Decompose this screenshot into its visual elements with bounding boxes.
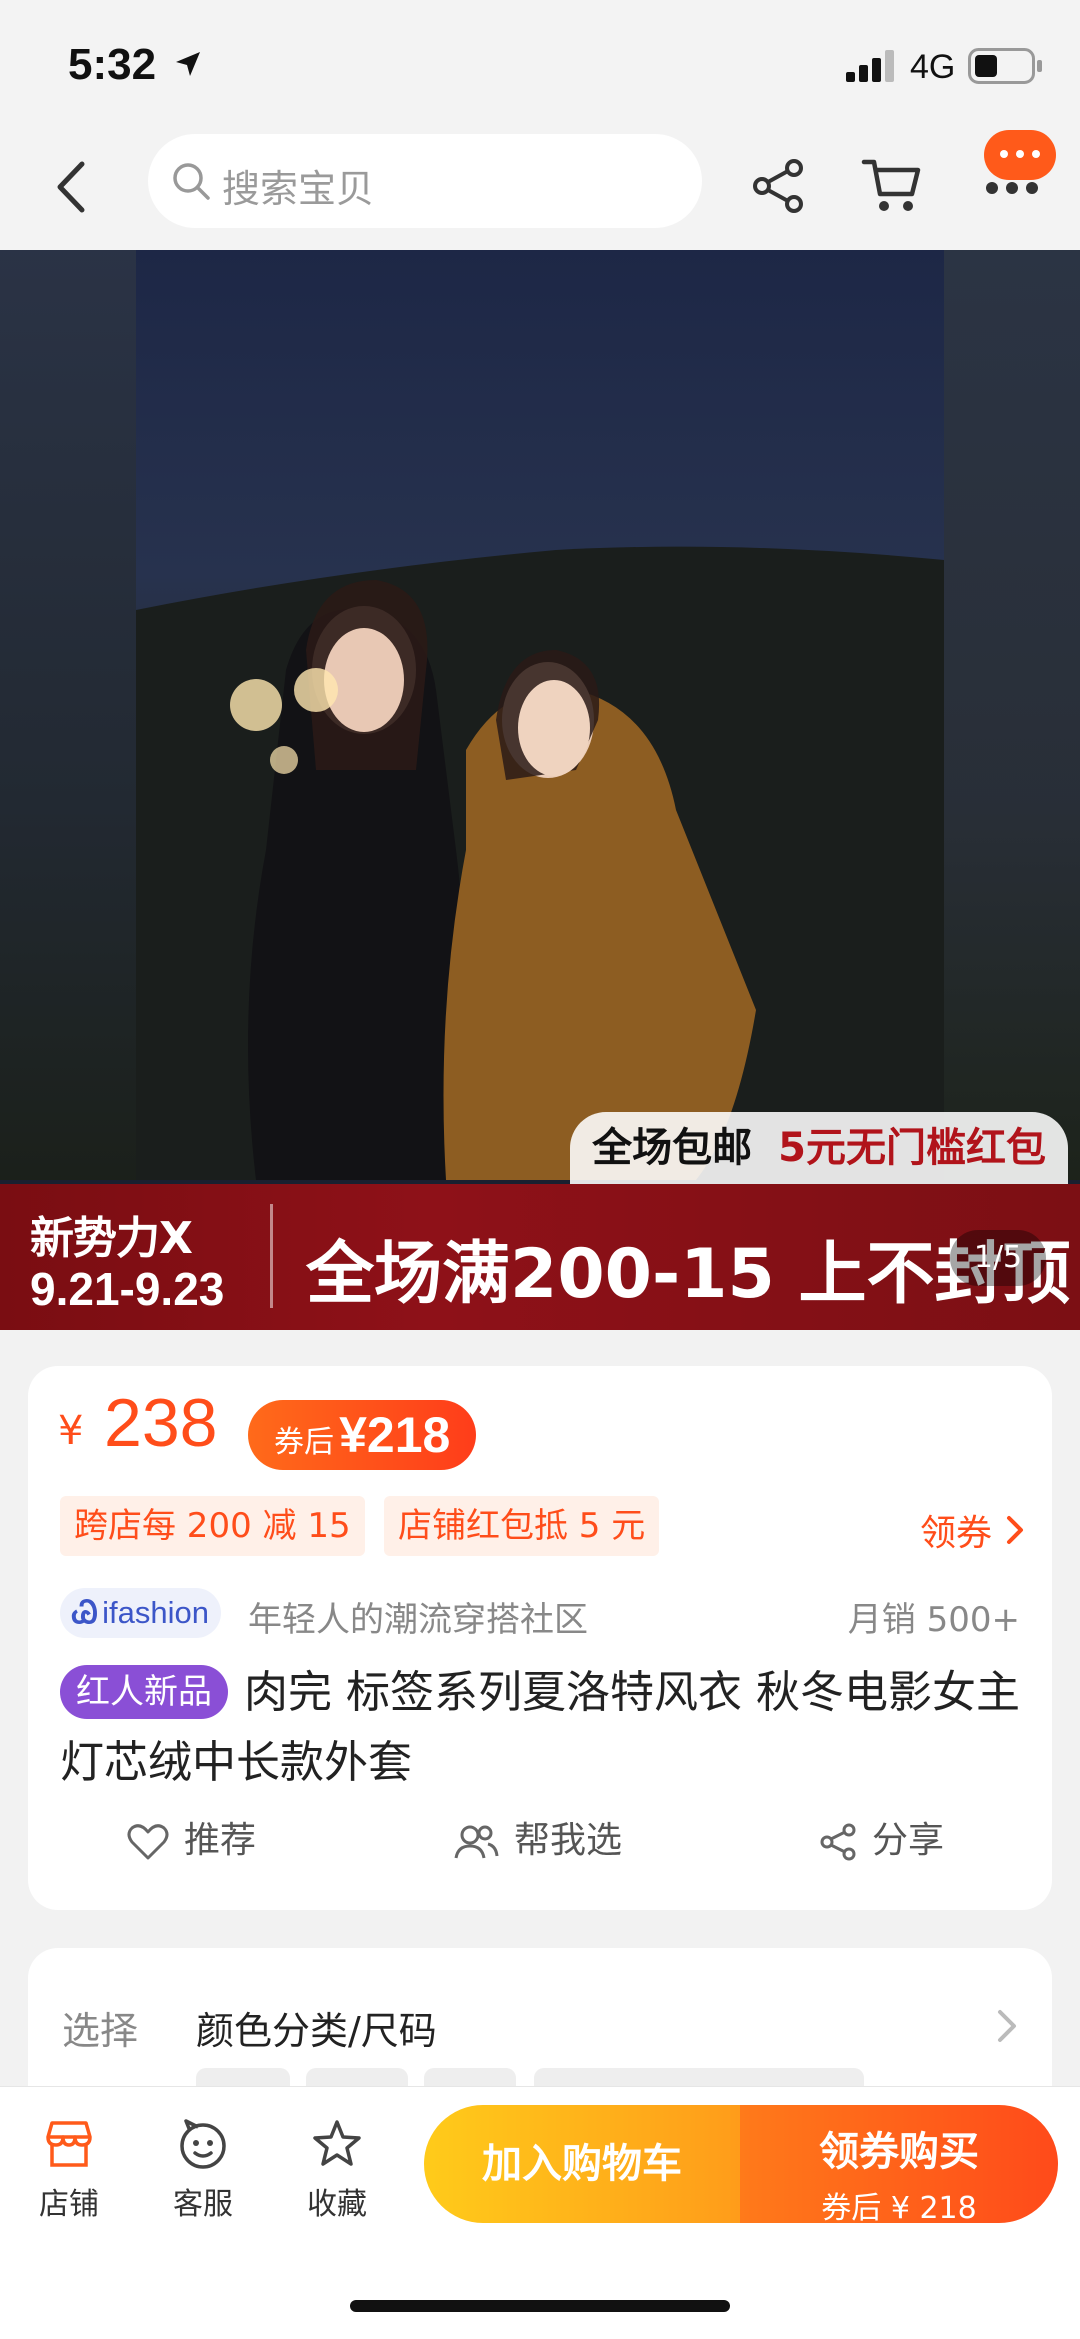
share-small-icon — [820, 1823, 856, 1861]
chevron-right-icon — [998, 2010, 1016, 2042]
banner-dates: 9.21-9.23 — [30, 1263, 225, 1315]
buy-subtitle: 券后 ¥ 218 — [821, 2191, 977, 2223]
location-arrow-icon — [176, 52, 200, 76]
coupon-price-label: 券后 — [274, 1425, 334, 1460]
buy-title: 领券购买 — [819, 2129, 979, 2175]
coupon-price-badge: 券后 ¥218 — [248, 1400, 477, 1470]
ifashion-logo[interactable]: Ꮚifashion — [60, 1588, 221, 1638]
store-icon — [46, 2121, 92, 2167]
tab-service[interactable]: 客服 — [148, 2117, 258, 2223]
coupon-price-value: ¥218 — [339, 1407, 451, 1463]
cellular-signal-icon — [846, 50, 894, 82]
product-info-card: ¥ 238 券后 ¥218 跨店每 200 减 15 店铺红包抵 5 元 领券 … — [28, 1366, 1052, 1910]
help-choose-button[interactable]: 帮我选 — [452, 1806, 622, 1876]
carousel-prev-image — [0, 250, 136, 1180]
top-nav: 搜索宝贝 — [0, 130, 1080, 250]
free-shipping-label: 全场包邮 — [592, 1125, 753, 1171]
banner-brand: 新势力X — [30, 1213, 193, 1264]
tab-favorite-label: 收藏 — [307, 2187, 367, 2222]
search-icon — [173, 163, 210, 200]
chevron-right-icon — [1007, 1516, 1023, 1544]
buy-with-coupon-button[interactable]: 领券购买 券后 ¥ 218 — [740, 2105, 1058, 2223]
more-menu-button[interactable] — [976, 130, 1076, 240]
network-type: 4G — [910, 48, 956, 86]
brand-row: Ꮚifashion 年轻人的潮流穿搭社区 月销 500+ — [60, 1588, 1020, 1642]
promo-banner: 新势力X 9.21-9.23 全场满200-15 上不封顶 1/5 — [0, 1184, 1080, 1330]
recommend-button[interactable]: 推荐 — [126, 1806, 256, 1876]
product-photo — [136, 250, 944, 1180]
product-action-row: 推荐 帮我选 分享 — [28, 1806, 1052, 1876]
select-value: 颜色分类/尺码 — [196, 2009, 437, 2053]
tab-favorite[interactable]: 收藏 — [282, 2117, 392, 2223]
share-label: 分享 — [872, 1820, 945, 1861]
customer-service-icon — [180, 2119, 226, 2169]
tab-store-label: 店铺 — [39, 2187, 99, 2222]
tab-service-label: 客服 — [173, 2187, 233, 2222]
message-badge-icon — [984, 130, 1056, 180]
star-icon — [313, 2120, 361, 2166]
add-to-cart-button[interactable]: 加入购物车 — [424, 2105, 740, 2223]
price-currency: ¥ — [58, 1408, 84, 1454]
search-placeholder: 搜索宝贝 — [222, 167, 375, 211]
monthly-sales: 月销 500+ — [847, 1600, 1020, 1640]
red-packet-label: 5元无门槛红包 — [778, 1125, 1046, 1171]
ifashion-mark-icon: Ꮚ — [72, 1595, 99, 1630]
product-title: 红人新品 肉完 标签系列夏洛特风衣 秋冬电影女主灯芯绒中长款外套 — [60, 1658, 1020, 1798]
get-coupon-label: 领券 — [919, 1513, 992, 1554]
share-product-button[interactable]: 分享 — [818, 1806, 944, 1876]
recommend-label: 推荐 — [184, 1820, 257, 1861]
carousel-page-indicator: 1/5 — [950, 1230, 1046, 1286]
status-bar: 5:32 4G — [0, 0, 1080, 130]
heart-icon — [127, 1824, 169, 1860]
back-arrow-icon[interactable] — [48, 152, 98, 222]
new-arrival-badge: 红人新品 — [60, 1665, 228, 1719]
promo-chip-store-red-packet: 店铺红包抵 5 元 — [384, 1496, 660, 1556]
select-label: 选择 — [62, 2009, 139, 2053]
ifashion-logo-text: ifashion — [102, 1595, 209, 1630]
battery-icon — [968, 48, 1042, 84]
banner-divider — [270, 1204, 273, 1308]
carousel-next-image — [944, 250, 1080, 1180]
product-image-carousel[interactable]: 全场包邮 5元无门槛红包 新势力X 9.21-9.23 全场满200-15 上不封… — [0, 250, 1080, 1330]
promo-chip-cross-store: 跨店每 200 减 15 — [60, 1496, 365, 1556]
help-choose-label: 帮我选 — [514, 1820, 623, 1861]
home-indicator[interactable] — [350, 2300, 730, 2312]
share-icon[interactable] — [748, 156, 808, 216]
price: 238 — [104, 1385, 218, 1461]
brand-tagline: 年轻人的潮流穿搭社区 — [248, 1600, 588, 1640]
purchase-buttons: 加入购物车 领券购买 券后 ¥ 218 — [424, 2105, 1058, 2223]
get-coupon-link[interactable]: 领券 — [920, 1504, 1024, 1556]
status-time: 5:32 — [68, 40, 157, 89]
promo-tag: 全场包邮 5元无门槛红包 — [570, 1112, 1068, 1184]
cart-icon[interactable] — [860, 154, 924, 216]
tab-store[interactable]: 店铺 — [14, 2117, 124, 2223]
people-icon — [454, 1825, 499, 1859]
search-input[interactable]: 搜索宝贝 — [148, 134, 702, 228]
